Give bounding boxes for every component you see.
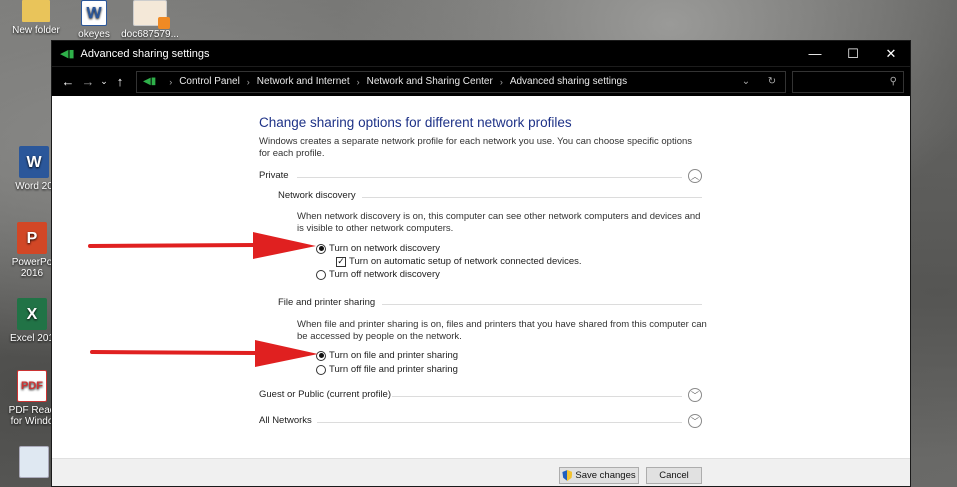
breadcrumb-network-and-internet[interactable]: Network and Internet [257,76,350,87]
page-intro: Windows creates a separate network profi… [259,136,693,159]
search-input[interactable]: ⚲ [792,70,904,93]
turn-on-file-printer-sharing-label[interactable]: Turn on file and printer sharing [329,350,458,361]
network-discovery-description: When network discovery is on, this compu… [297,211,701,234]
window-title: Advanced sharing settings [80,47,210,60]
file-printer-sharing-label: File and printer sharing [278,297,376,308]
powerpoint-app-icon: P [17,222,47,254]
pdf-reader-icon: PDF [17,370,47,402]
breadcrumb[interactable]: ◀▮ › Control Panel › Network and Interne… [136,70,786,93]
checkbox-checked[interactable]: ✓ [336,256,346,267]
advanced-sharing-window: ◀▮ Advanced sharing settings — ☐ ✕ ← → ⌄… [51,40,911,487]
divider [297,177,682,178]
file-icon [19,446,49,478]
page-title: Change sharing options for different net… [259,115,572,130]
turn-on-network-discovery-label[interactable]: Turn on network discovery [329,243,440,254]
guest-public-profile-label[interactable]: Guest or Public (current profile) [259,389,391,400]
breadcrumb-control-panel[interactable]: Control Panel [179,76,240,87]
turn-off-file-printer-sharing-option[interactable]: Turn off file and printer sharing [316,364,458,375]
cancel-button[interactable]: Cancel [646,467,702,484]
turn-off-network-discovery-label[interactable]: Turn off network discovery [329,269,440,280]
breadcrumb-separator-icon: › [356,76,360,87]
desktop-icon-okeyes[interactable]: W okeyes [64,0,124,40]
back-arrow-icon[interactable]: ← [58,74,78,89]
turn-off-network-discovery-option[interactable]: Turn off network discovery [316,269,440,280]
turn-on-network-discovery-option[interactable]: Turn on network discovery [316,243,440,254]
address-bar: ← → ⌄ ↑ ◀▮ › Control Panel › Network and… [52,66,910,96]
annotation-arrow-network-discovery [88,232,316,259]
all-networks-profile-label[interactable]: All Networks [259,415,312,426]
word-doc-icon: W [81,0,107,26]
minimize-button[interactable]: — [796,41,834,66]
turn-on-file-printer-sharing-option[interactable]: Turn on file and printer sharing [316,350,458,361]
save-changes-button[interactable]: Save changes [559,467,639,484]
divider [317,422,682,423]
divider [382,304,702,305]
address-dropdown-icon[interactable]: ⌄ [733,76,759,87]
breadcrumb-advanced-sharing[interactable]: Advanced sharing settings [510,76,627,87]
breadcrumb-separator-icon: › [169,76,173,87]
breadcrumb-network-sharing-center[interactable]: Network and Sharing Center [367,76,493,87]
recent-locations-chevron-icon[interactable]: ⌄ [98,76,110,87]
expand-chevron-down-icon[interactable]: ﹀ [688,388,702,402]
cancel-label: Cancel [659,470,689,481]
settings-content: Change sharing options for different net… [52,97,910,458]
search-icon: ⚲ [889,76,897,87]
footer-bar: Save changes Cancel [52,458,910,486]
up-arrow-icon[interactable]: ↑ [110,74,130,89]
title-bar: ◀▮ Advanced sharing settings — ☐ ✕ [52,41,910,66]
desktop-icon-new-folder[interactable]: New folder [6,0,66,36]
maximize-button[interactable]: ☐ [834,41,872,66]
auto-setup-checkbox-option[interactable]: ✓ Turn on automatic setup of network con… [336,256,582,267]
private-profile-label[interactable]: Private [259,170,289,181]
breadcrumb-separator-icon: › [499,76,503,87]
excel-app-icon: X [17,298,47,330]
divider [392,396,682,397]
desktop-icon-doc687579[interactable]: doc687579... [120,0,180,40]
file-printer-sharing-description: When file and printer sharing is on, fil… [297,319,707,342]
breadcrumb-separator-icon: › [246,76,250,87]
expand-chevron-down-icon[interactable]: ﹀ [688,414,702,428]
annotation-arrow-file-printer-sharing [90,340,318,367]
save-changes-label: Save changes [575,470,636,481]
network-icon: ◀▮ [60,48,75,60]
control-panel-icon: ◀▮ [143,76,157,87]
refresh-icon[interactable]: ↻ [759,76,785,87]
divider [362,197,702,198]
network-discovery-label: Network discovery [278,190,356,201]
image-doc-icon [133,0,170,29]
turn-off-file-printer-sharing-label[interactable]: Turn off file and printer sharing [329,364,458,375]
uac-shield-icon [562,470,573,481]
folder-icon [22,0,50,22]
word-app-icon: W [19,146,49,178]
radio-button[interactable] [316,269,326,280]
forward-arrow-icon[interactable]: → [78,74,98,89]
close-button[interactable]: ✕ [872,41,910,66]
auto-setup-label[interactable]: Turn on automatic setup of network conne… [349,256,582,267]
collapse-chevron-up-icon[interactable]: ︿ [688,169,702,183]
